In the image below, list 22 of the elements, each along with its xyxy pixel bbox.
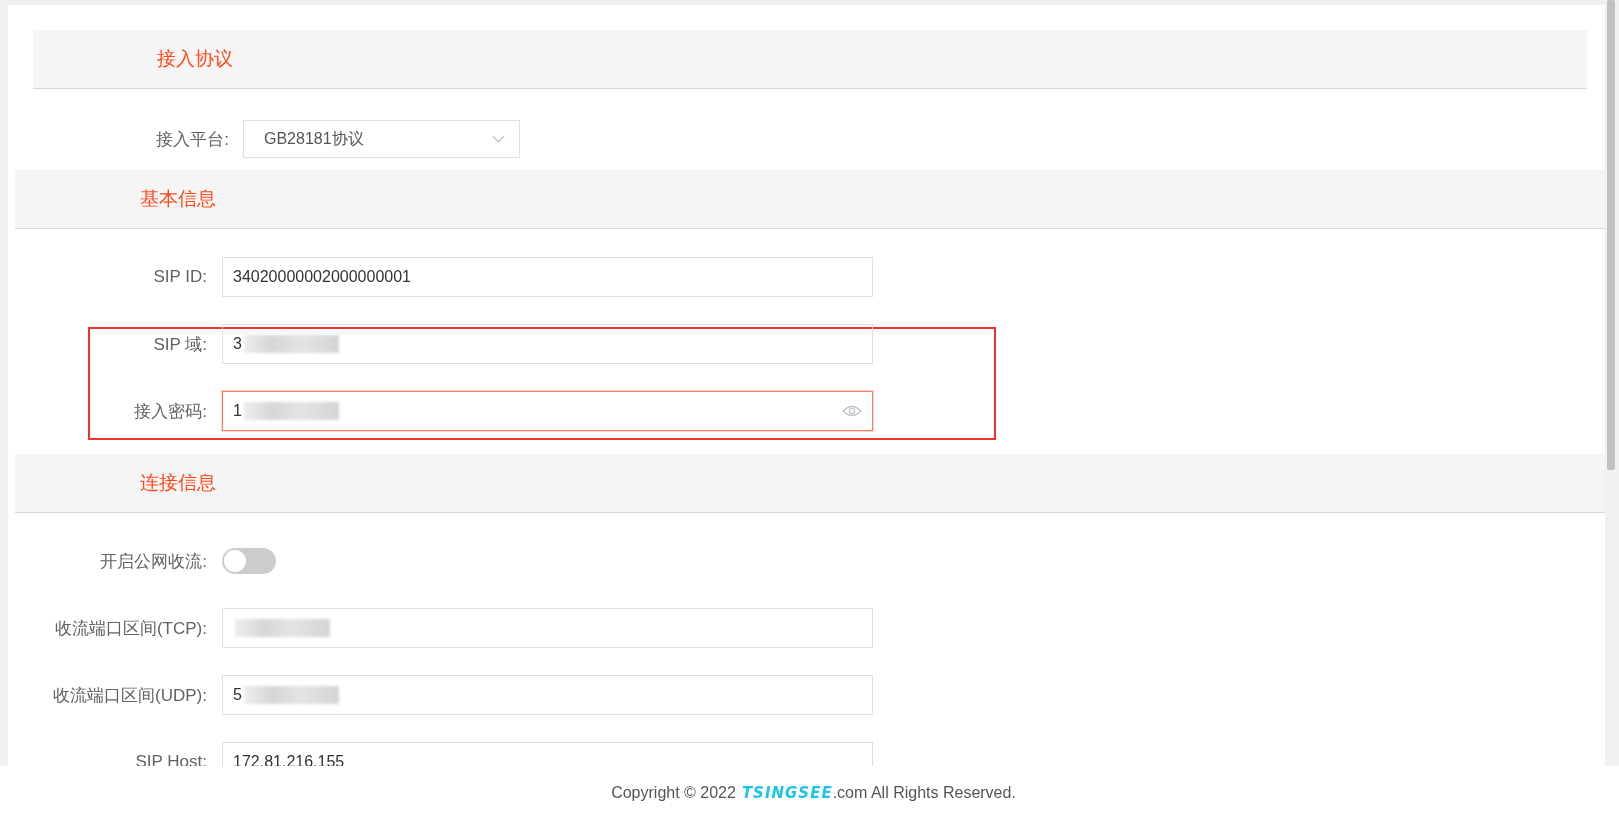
password-field[interactable]: 1 — [222, 391, 873, 431]
input-field[interactable]: 3 — [222, 324, 873, 364]
input-field[interactable] — [222, 608, 873, 648]
section-title: 接入协议 — [157, 47, 233, 71]
field-label: 开启公网收流: — [99, 550, 207, 573]
input-field[interactable]: 34020000002000000001 — [222, 257, 873, 297]
domain-text: .com All Rights Reserved. — [832, 783, 1016, 802]
section-title: 基本信息 — [140, 187, 216, 211]
field-label: 接入平台: — [155, 128, 229, 151]
platform-select[interactable]: GB28181协议 — [243, 120, 520, 158]
field-label: 接入密码: — [133, 400, 207, 423]
eye-icon[interactable] — [842, 405, 862, 417]
field-label: 收流端口区间(UDP): — [52, 684, 207, 707]
section-title: 连接信息 — [140, 471, 216, 495]
field-label: SIP ID: — [152, 267, 207, 287]
toggle-switch[interactable] — [222, 548, 276, 574]
chevron-down-icon — [492, 135, 505, 143]
scrollbar-thumb[interactable] — [1607, 0, 1615, 470]
input-field[interactable]: 5 — [222, 675, 873, 715]
field-label: SIP 域: — [152, 333, 207, 356]
field-label: 收流端口区间(TCP): — [53, 617, 207, 640]
copyright-text: Copyright © 2022 — [611, 783, 736, 802]
